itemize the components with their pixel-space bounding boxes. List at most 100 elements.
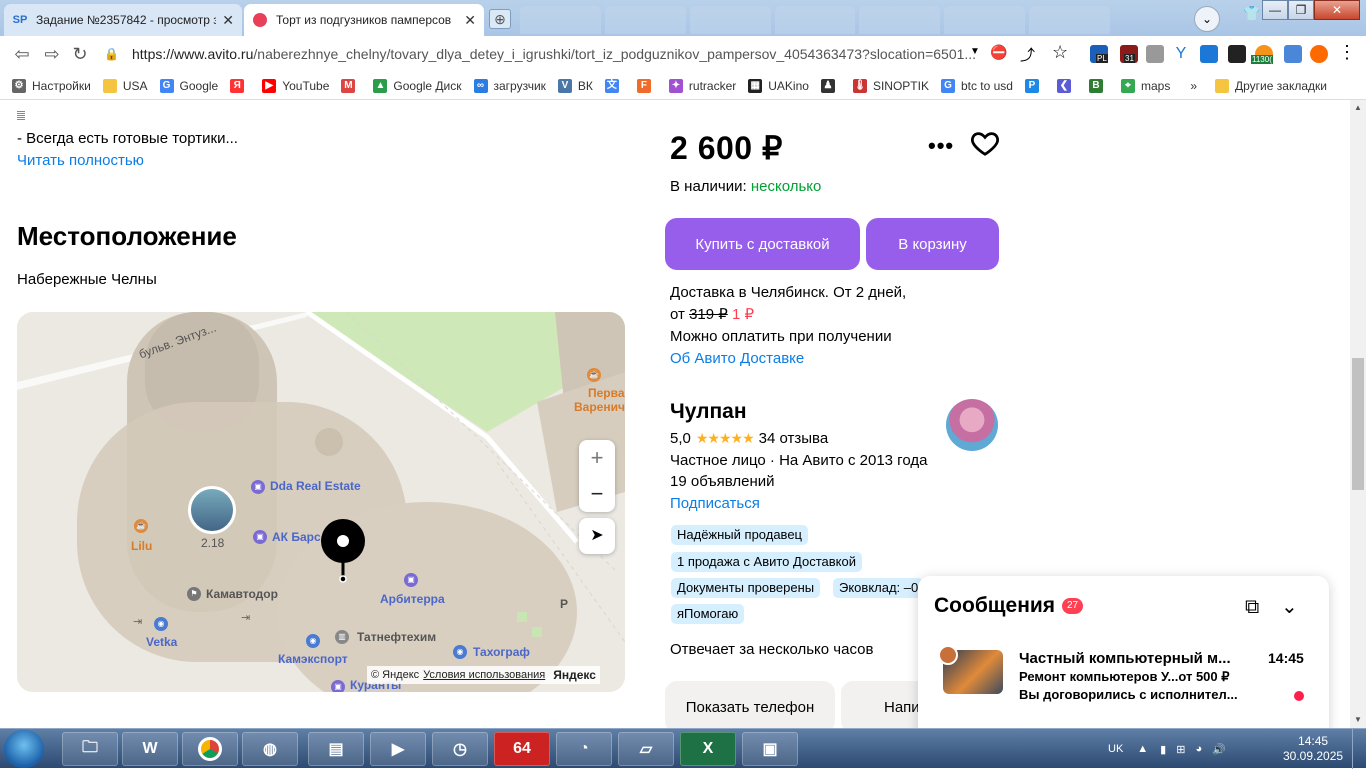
back-button[interactable]: ⇦: [12, 44, 32, 64]
seller-avatar[interactable]: [946, 399, 998, 451]
bookmarks-more-button[interactable]: »: [1190, 79, 1197, 93]
excel-icon[interactable]: X: [680, 732, 736, 766]
notepad-icon[interactable]: ▱: [618, 732, 674, 766]
chevron-down-icon[interactable]: ⌄: [1281, 594, 1298, 619]
map-terms-link[interactable]: Условия использования: [423, 669, 545, 681]
bookmark-rutracker[interactable]: ✦ rutracker: [668, 78, 736, 93]
app-tray-icon[interactable]: ◕: [1195, 743, 1202, 755]
page-scrollbar[interactable]: ▲ ▼: [1350, 100, 1366, 728]
start-button[interactable]: [4, 730, 44, 768]
extension-calendar-icon[interactable]: 31: [1120, 45, 1138, 63]
address-bar[interactable]: 🔒 https://www.avito.ru/naberezhnye_cheln…: [104, 41, 984, 67]
battery-icon[interactable]: ▮: [1160, 743, 1166, 756]
bookmark-usa[interactable]: USA: [102, 78, 148, 93]
show-phone-button[interactable]: Показать телефон: [665, 681, 835, 728]
clock-app-icon[interactable]: ◷: [432, 732, 488, 766]
chart-app-icon[interactable]: ◔: [556, 732, 612, 766]
remote-desktop-icon[interactable]: ▣: [742, 732, 798, 766]
seller-ads-count[interactable]: 19 объявлений: [670, 473, 775, 490]
bookmark-settings[interactable]: ⚙ Настройки: [12, 78, 91, 93]
tab-task[interactable]: SP Задание №2357842 - просмотр з ✕: [4, 4, 242, 36]
reviews-link[interactable]: 34 отзыва: [759, 430, 829, 447]
bookmark-translate[interactable]: 文: [604, 78, 625, 93]
map-poi-vetka[interactable]: Vetka: [146, 635, 177, 649]
bookmark-p[interactable]: P: [1024, 78, 1045, 93]
extension-briefcase-icon[interactable]: [1146, 45, 1164, 63]
tab-avito[interactable]: Торт из подгузников памперсов ✕: [244, 4, 484, 36]
map-poi-kamexport[interactable]: Камэкспорт: [278, 652, 348, 666]
building-photo-marker[interactable]: [188, 486, 236, 534]
forward-button[interactable]: ⇨: [42, 44, 62, 64]
bookmark-yandex[interactable]: Я: [230, 78, 250, 93]
map-poi-lilu[interactable]: Lilu: [131, 539, 152, 553]
aida64-icon[interactable]: 64: [494, 732, 550, 766]
new-tab-button[interactable]: ⊕: [489, 9, 511, 29]
extension-btc-icon[interactable]: 1130(: [1251, 45, 1273, 64]
profile-icon[interactable]: [1310, 45, 1328, 63]
hardware-app-icon[interactable]: ▤: [308, 732, 364, 766]
blocked-icon[interactable]: ⛔: [990, 44, 1007, 61]
close-window-button[interactable]: ✕: [1314, 0, 1360, 20]
language-indicator[interactable]: UK: [1108, 743, 1123, 755]
zoom-in-button[interactable]: +: [579, 440, 615, 476]
shield-app-icon[interactable]: W: [122, 732, 178, 766]
bookmark-maps[interactable]: ⌖ maps: [1120, 78, 1170, 93]
globe-icon[interactable]: ◍: [242, 732, 298, 766]
bookmark-google-drive[interactable]: ▲ Google Диск: [373, 78, 462, 93]
bookmark-f[interactable]: F: [636, 78, 657, 93]
extension-download-icon[interactable]: [1200, 45, 1218, 63]
yandex-logo[interactable]: Яндекс: [553, 668, 596, 682]
network-icon[interactable]: ⊞: [1176, 743, 1185, 756]
map-poi-pervaya[interactable]: Перва: [588, 386, 625, 400]
location-map[interactable]: бульв. Энтуз... ▣ Dda Real Estate ▣ АК Б…: [17, 312, 625, 692]
explorer-icon[interactable]: 🗀: [62, 732, 118, 766]
scroll-down-arrow-icon[interactable]: ▼: [1350, 712, 1366, 728]
map-poi-dda[interactable]: Dda Real Estate: [270, 479, 361, 493]
extension-pl-icon[interactable]: PL: [1090, 45, 1108, 63]
map-poi-tachograph[interactable]: Тахограф: [473, 645, 530, 659]
scroll-up-arrow-icon[interactable]: ▲: [1350, 100, 1366, 116]
extension-arrow-icon[interactable]: [1228, 45, 1246, 63]
map-poi-arbiterra[interactable]: Арбитерра: [380, 592, 445, 606]
bookmark-downloader[interactable]: ∞ загрузчик: [473, 78, 546, 93]
dropdown-icon[interactable]: ▼: [970, 46, 980, 57]
map-poi-varenich[interactable]: Варенич: [574, 400, 625, 414]
bookmark-person[interactable]: ♟: [820, 78, 841, 93]
geolocation-button[interactable]: ➤: [579, 518, 615, 554]
tab-search-button[interactable]: ⌄: [1194, 6, 1220, 32]
subscribe-link[interactable]: Подписаться: [670, 495, 760, 512]
bookmark-vk[interactable]: V ВК: [557, 78, 593, 93]
open-external-icon[interactable]: ⧉: [1245, 596, 1259, 619]
add-to-cart-button[interactable]: В корзину: [866, 218, 999, 270]
bookmark-youtube[interactable]: ▶ YouTube: [262, 78, 329, 93]
chrome-icon[interactable]: [182, 732, 238, 766]
maximize-button[interactable]: ❐: [1288, 0, 1314, 20]
bookmark-btc[interactable]: Gbtc to usd: [940, 78, 1013, 93]
bookmark-star-icon[interactable]: ☆: [1052, 42, 1068, 63]
extension-y-icon[interactable]: Y: [1172, 45, 1190, 63]
bookmark-sinoptik[interactable]: 🌡 SINOPTIK: [852, 78, 929, 93]
map-poi-kamavtodor[interactable]: Камавтодор: [206, 587, 278, 601]
bookmark-arrow[interactable]: ❮: [1056, 78, 1077, 93]
close-tab-icon[interactable]: ✕: [222, 12, 234, 29]
menu-kebab-icon[interactable]: ⋮: [1338, 42, 1356, 63]
zoom-out-button[interactable]: −: [579, 476, 615, 512]
more-options-icon[interactable]: •••: [928, 133, 954, 159]
bookmark-uakino[interactable]: ▦ UAKino: [748, 78, 809, 93]
favorite-heart-icon[interactable]: [970, 128, 1000, 158]
media-player-icon[interactable]: ▶: [370, 732, 426, 766]
bookmark-gmail[interactable]: M: [341, 78, 361, 93]
scroll-thumb[interactable]: [1352, 358, 1364, 490]
share-icon[interactable]: ⤴: [1020, 44, 1035, 65]
minimize-button[interactable]: —: [1262, 0, 1288, 20]
volume-icon[interactable]: 🔊: [1212, 743, 1226, 756]
other-bookmarks[interactable]: Другие закладки: [1215, 78, 1327, 93]
reload-button[interactable]: ↻: [70, 44, 90, 64]
extensions-puzzle-icon[interactable]: [1284, 45, 1302, 63]
map-poi-ak-bars[interactable]: АК Барс: [272, 530, 321, 544]
buy-with-delivery-button[interactable]: Купить с доставкой: [665, 218, 860, 270]
bookmark-bc[interactable]: B: [1088, 78, 1109, 93]
close-tab-icon[interactable]: ✕: [464, 12, 476, 29]
about-delivery-link[interactable]: Об Авито Доставке: [670, 348, 906, 370]
tray-arrow-icon[interactable]: ▲: [1137, 743, 1148, 755]
